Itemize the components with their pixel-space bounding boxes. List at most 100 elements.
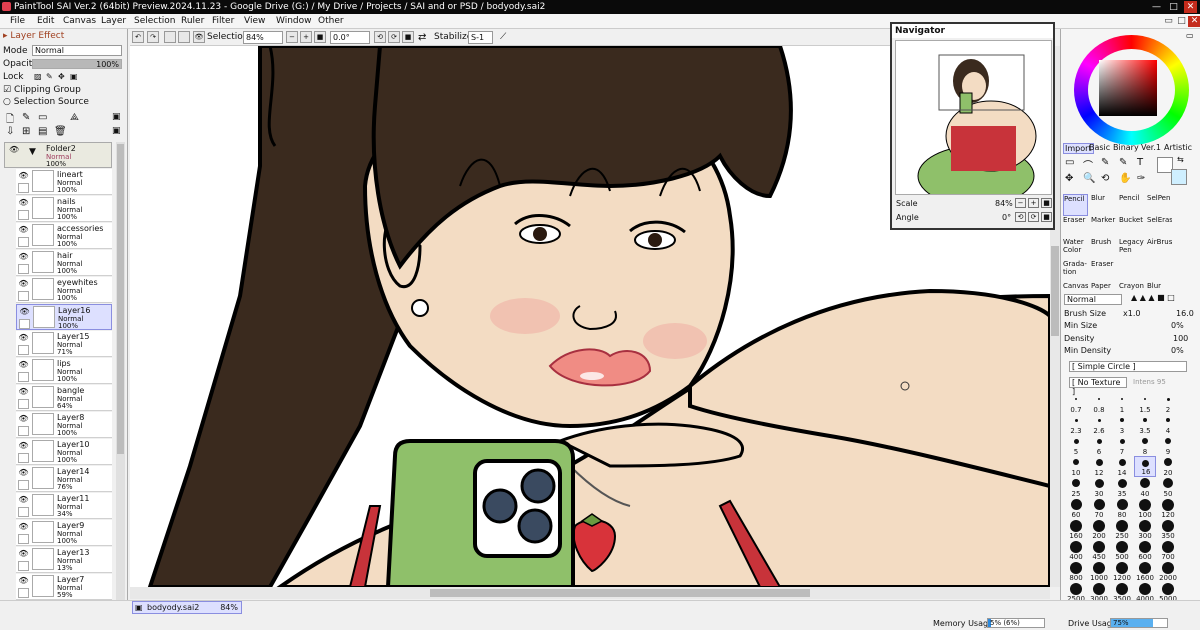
layer-select-checkbox[interactable] <box>18 237 29 247</box>
brush-tool[interactable]: SelPen <box>1147 194 1172 216</box>
selection-tool-icon[interactable]: ✎ <box>1101 157 1109 168</box>
brush-size-preset[interactable]: 30 <box>1088 477 1110 498</box>
new-pen-layer-icon[interactable]: ✎ <box>22 112 30 123</box>
lock-pixels-icon[interactable]: ✎ <box>46 72 53 81</box>
layer-select-checkbox[interactable] <box>18 291 29 301</box>
layer-visibility-icon[interactable]: 👁 <box>18 279 29 289</box>
flip-icon[interactable]: ⇄ <box>418 32 426 43</box>
color-wheel[interactable] <box>1074 35 1189 145</box>
layer-visibility-icon[interactable]: 👁 <box>18 414 29 424</box>
layer-row[interactable]: 👁 bangle Normal 64% <box>16 385 112 411</box>
zoom-reset-icon[interactable]: ■ <box>314 31 326 43</box>
menu-view[interactable]: View <box>244 16 265 26</box>
brush-size-preset[interactable]: 1200 <box>1111 561 1133 582</box>
redo-icon[interactable]: ↷ <box>147 31 159 43</box>
saturation-value-square[interactable] <box>1099 60 1157 116</box>
layer-select-checkbox[interactable] <box>18 264 29 274</box>
rotate-reset-icon[interactable]: ■ <box>402 31 414 43</box>
menu-layer[interactable]: Layer <box>101 16 126 26</box>
blend-mode-select[interactable]: Normal <box>1064 294 1122 305</box>
document-tab[interactable]: ▣ bodyody.sai2 84% <box>132 601 242 614</box>
navigator-rotate-reset-icon[interactable]: ■ <box>1041 212 1052 222</box>
brush-size-preset[interactable]: 1600 <box>1134 561 1156 582</box>
invert-selection-icon[interactable] <box>178 31 190 43</box>
brush-size-preset[interactable]: 7 <box>1111 435 1133 456</box>
layer-list-scroll-thumb[interactable] <box>117 144 124 454</box>
menu-file[interactable]: File <box>10 16 25 26</box>
brush-size-preset[interactable]: 160 <box>1065 519 1087 540</box>
layer-select-checkbox[interactable] <box>18 507 29 517</box>
zoom-in-icon[interactable]: + <box>300 31 312 43</box>
texture-strength[interactable]: Intens 95 <box>1133 378 1166 386</box>
tool-tab-binary[interactable]: Binary <box>1113 143 1139 152</box>
brush-size-preset[interactable]: 300 <box>1134 519 1156 540</box>
brush-size-preset[interactable]: 0.8 <box>1088 393 1110 414</box>
layer-effect-toggle[interactable]: ▸ Layer Effect <box>3 31 64 41</box>
undo-icon[interactable]: ↶ <box>132 31 144 43</box>
selection-tool-icon[interactable]: ✋ <box>1119 173 1131 184</box>
tool-tab-ver-1[interactable]: Ver.1 <box>1141 143 1161 152</box>
restore-doc-icon[interactable]: ▭ <box>1162 16 1175 27</box>
clipping-group-checkbox[interactable]: ☑ Clipping Group <box>3 85 81 95</box>
canvas-horizontal-scrollbar[interactable] <box>130 587 1050 599</box>
layer-visibility-icon[interactable]: 👁 <box>18 468 29 478</box>
menu-ruler[interactable]: Ruler <box>181 16 204 26</box>
lock-move-icon[interactable]: ✥ <box>58 72 65 81</box>
selection-source-checkbox[interactable]: ○ Selection Source <box>3 97 89 107</box>
brush-size-preset[interactable]: 600 <box>1134 540 1156 561</box>
tool-tab-artistic[interactable]: Artistic <box>1164 143 1192 152</box>
brush-size-preset[interactable]: 2.6 <box>1088 414 1110 435</box>
new-folder-icon[interactable]: ▭ <box>38 112 47 123</box>
brush-size-preset[interactable]: 35 <box>1111 477 1133 498</box>
layer-row[interactable]: 👁 Layer13 Normal 13% <box>16 547 112 573</box>
brush-size-preset[interactable]: 0.7 <box>1065 393 1087 414</box>
folder-row[interactable]: 👁 ▼ Folder2 Normal 100% <box>4 142 112 168</box>
folder-chevron-icon[interactable]: ▼ <box>29 147 36 157</box>
layer-visibility-icon[interactable]: 👁 <box>18 576 29 586</box>
layer-row[interactable]: 👁 Layer8 Normal 100% <box>16 412 112 438</box>
layer-visibility-icon[interactable]: 👁 <box>18 225 29 235</box>
selection-tool-icon[interactable]: T <box>1137 157 1143 168</box>
brush-size-value[interactable]: 16.0 <box>1176 309 1194 318</box>
layer-select-checkbox[interactable] <box>19 319 30 329</box>
brush-size-preset[interactable]: 2.3 <box>1065 414 1087 435</box>
opacity-slider[interactable]: 100% <box>32 59 122 69</box>
brush-size-preset[interactable]: 6 <box>1088 435 1110 456</box>
brush-tool[interactable]: Bucket <box>1119 216 1144 238</box>
menu-filter[interactable]: Filter <box>212 16 234 26</box>
transfer-down-icon[interactable]: ⇩ <box>6 126 14 137</box>
brush-tool[interactable]: Marker <box>1091 216 1116 238</box>
brush-size-preset[interactable]: 700 <box>1157 540 1179 561</box>
selection-tool-icon[interactable]: ✥ <box>1065 173 1073 184</box>
layer-row[interactable]: 👁 nails Normal 100% <box>16 196 112 222</box>
brush-size-preset[interactable]: 40 <box>1134 477 1156 498</box>
layer-list-scrollbar[interactable] <box>116 142 125 600</box>
brush-size-preset[interactable]: 100 <box>1134 498 1156 519</box>
canvas-horizontal-scroll-thumb[interactable] <box>430 589 810 597</box>
layer-row[interactable]: 👁 Layer15 Normal 71% <box>16 331 112 357</box>
layer-row[interactable]: 👁 accessories Normal 100% <box>16 223 112 249</box>
tool-tab-basic[interactable]: Basic <box>1089 143 1110 152</box>
brush-texture-select[interactable]: [ No Texture ] <box>1069 377 1127 396</box>
brush-size-preset[interactable]: 4 <box>1157 414 1179 435</box>
brush-size-preset[interactable]: 8 <box>1134 435 1156 456</box>
brush-size-preset[interactable]: 250 <box>1111 519 1133 540</box>
clear-layer-icon[interactable]: ▤ <box>38 126 47 137</box>
zoom-field[interactable]: 84% <box>243 31 283 44</box>
layer-select-checkbox[interactable] <box>18 345 29 355</box>
layer-row[interactable]: 👁 Layer14 Normal 76% <box>16 466 112 492</box>
stabilizer-select[interactable]: S-1 <box>468 31 493 44</box>
merge-down-icon[interactable]: ⊞ <box>22 126 30 137</box>
brush-tool[interactable]: Water Color <box>1063 238 1088 260</box>
brush-size-preset[interactable]: 500 <box>1111 540 1133 561</box>
layer-select-checkbox[interactable] <box>18 183 29 193</box>
navigator-rotate-right-icon[interactable]: ⟳ <box>1028 212 1039 222</box>
layer-visibility-icon[interactable]: 👁 <box>18 333 29 343</box>
menu-other[interactable]: Other <box>318 16 344 26</box>
color-panel-toggle-icon[interactable]: ▭ <box>1186 31 1194 40</box>
brush-size-preset[interactable]: 1000 <box>1088 561 1110 582</box>
min-density-value[interactable]: 0% <box>1171 346 1184 355</box>
brush-tool[interactable]: Blur <box>1091 194 1116 216</box>
brush-tool[interactable]: Pencil <box>1063 194 1088 216</box>
brush-size-preset[interactable]: 14 <box>1111 456 1133 477</box>
